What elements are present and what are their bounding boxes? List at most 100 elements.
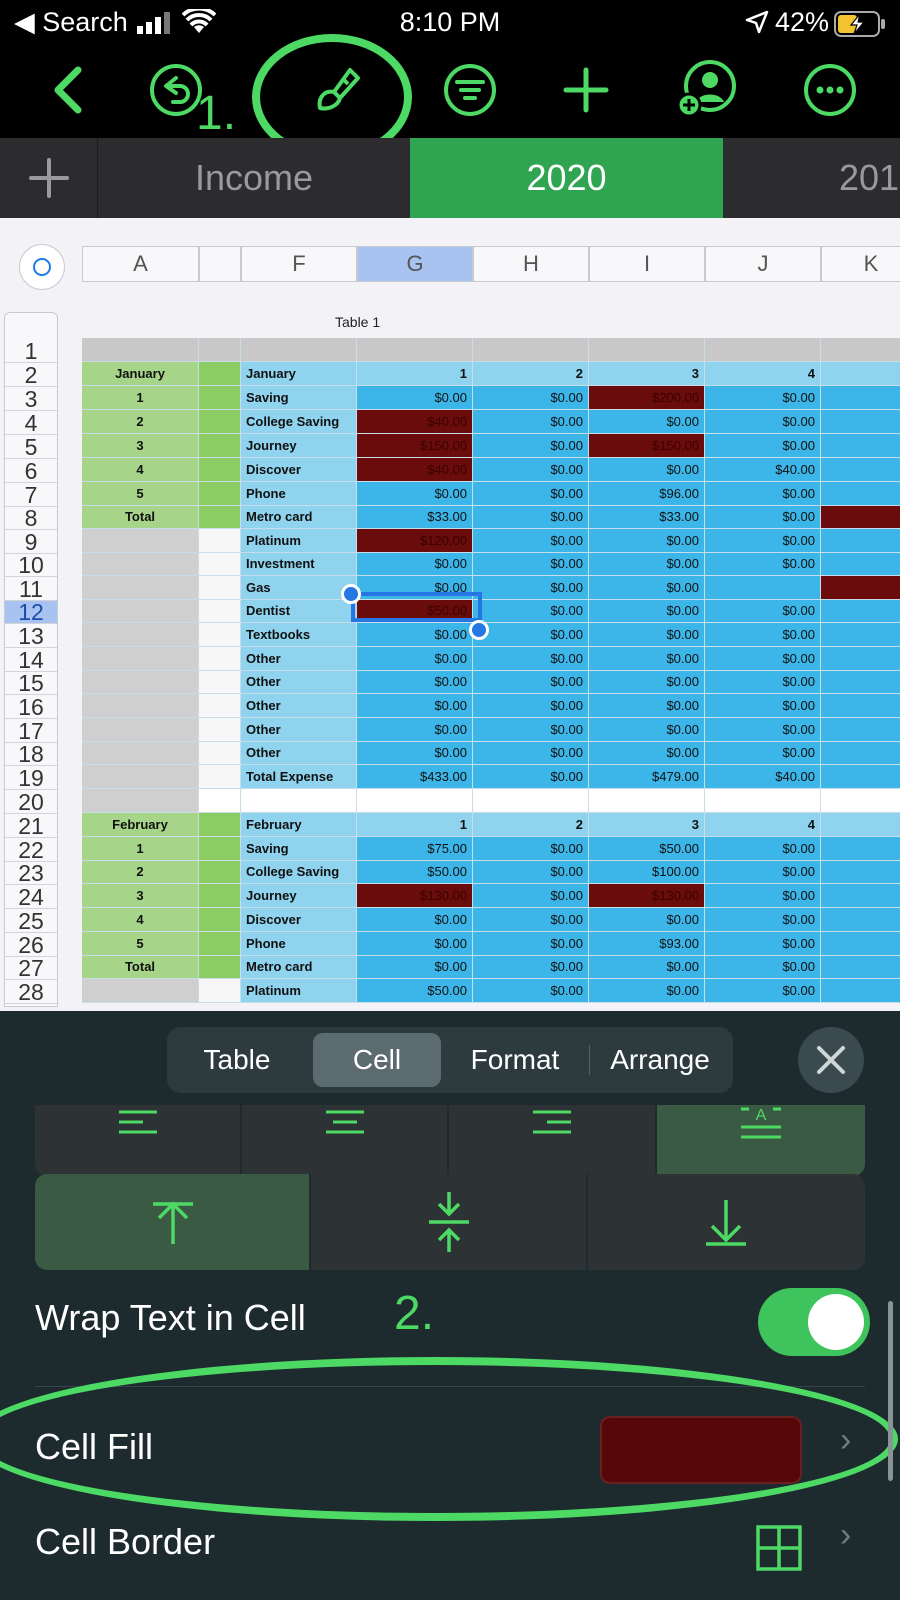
- cell-g9[interactable]: $120.00: [357, 529, 473, 553]
- cell-i15[interactable]: $0.00: [589, 671, 705, 694]
- row-header-9[interactable]: 9: [5, 530, 57, 554]
- cell-g22[interactable]: $75.00: [357, 837, 473, 861]
- cell-a24[interactable]: 3: [82, 884, 199, 908]
- cell-i22[interactable]: $50.00: [589, 837, 705, 861]
- cell-k27[interactable]: [821, 956, 900, 979]
- cell-a15[interactable]: [82, 671, 199, 694]
- align-bottom-button[interactable]: [588, 1174, 865, 1270]
- cell-j17[interactable]: $0.00: [705, 718, 821, 742]
- cell-i8[interactable]: $33.00: [589, 506, 705, 529]
- cell-k12[interactable]: [821, 600, 900, 623]
- cell-a13[interactable]: [82, 623, 199, 647]
- cell-k5[interactable]: [821, 434, 900, 458]
- cell-i18[interactable]: $0.00: [589, 742, 705, 765]
- cell-b22[interactable]: [199, 837, 241, 861]
- cell-j9[interactable]: $0.00: [705, 529, 821, 553]
- cell-k11[interactable]: $: [821, 576, 900, 600]
- cell-a20[interactable]: [82, 789, 199, 813]
- row-header-25[interactable]: 25: [5, 909, 57, 933]
- cell-i13[interactable]: $0.00: [589, 623, 705, 647]
- cell-j22[interactable]: $0.00: [705, 837, 821, 861]
- cell-b19[interactable]: [199, 765, 241, 789]
- cell-border-grid-icon[interactable]: [756, 1525, 802, 1576]
- close-inspector-button[interactable]: [798, 1027, 864, 1093]
- cell-k15[interactable]: [821, 671, 900, 694]
- row-header-24[interactable]: 24: [5, 885, 57, 909]
- cell-i3[interactable]: $200.00: [589, 386, 705, 410]
- cell-g13[interactable]: $0.00: [357, 623, 473, 647]
- cell-h26[interactable]: $0.00: [473, 932, 589, 956]
- cell-i1[interactable]: [589, 338, 705, 362]
- cell-b20[interactable]: [199, 789, 241, 813]
- row-header-26[interactable]: 26: [5, 933, 57, 957]
- cell-a4[interactable]: 2: [82, 410, 199, 434]
- cell-i9[interactable]: $0.00: [589, 529, 705, 553]
- cell-f19[interactable]: Total Expense: [241, 765, 357, 789]
- row-header-6[interactable]: 6: [5, 459, 57, 483]
- cell-j23[interactable]: $0.00: [705, 861, 821, 884]
- cell-k14[interactable]: [821, 647, 900, 671]
- cell-a23[interactable]: 2: [82, 861, 199, 884]
- cell-b7[interactable]: [199, 482, 241, 506]
- cell-a12[interactable]: [82, 600, 199, 623]
- align-top-button[interactable]: [35, 1174, 311, 1270]
- cell-a14[interactable]: [82, 647, 199, 671]
- cell-b9[interactable]: [199, 529, 241, 553]
- cell-h13[interactable]: $0.00: [473, 623, 589, 647]
- cell-j1[interactable]: [705, 338, 821, 362]
- cell-j7[interactable]: $0.00: [705, 482, 821, 506]
- cell-b6[interactable]: [199, 458, 241, 482]
- cell-k21[interactable]: [821, 813, 900, 837]
- cell-h1[interactable]: [473, 338, 589, 362]
- cell-k22[interactable]: [821, 837, 900, 861]
- cell-j3[interactable]: $0.00: [705, 386, 821, 410]
- tab-income[interactable]: Income: [98, 138, 410, 218]
- row-header-11[interactable]: 11: [5, 577, 57, 601]
- cell-a22[interactable]: 1: [82, 837, 199, 861]
- cell-k18[interactable]: [821, 742, 900, 765]
- cell-f22[interactable]: Saving: [241, 837, 357, 861]
- cell-i14[interactable]: $0.00: [589, 647, 705, 671]
- selection-handle-bottom[interactable]: [469, 620, 489, 640]
- cell-f27[interactable]: Metro card: [241, 956, 357, 979]
- cell-f24[interactable]: Journey: [241, 884, 357, 908]
- cell-f8[interactable]: Metro card: [241, 506, 357, 529]
- column-header-k[interactable]: K: [821, 246, 900, 282]
- cell-f21[interactable]: February: [241, 813, 357, 837]
- cell-k10[interactable]: [821, 553, 900, 576]
- column-header-hidden[interactable]: [199, 246, 241, 282]
- cell-h9[interactable]: $0.00: [473, 529, 589, 553]
- cell-h2[interactable]: 2: [473, 362, 589, 386]
- cell-h11[interactable]: $0.00: [473, 576, 589, 600]
- row-header-19[interactable]: 19: [5, 766, 57, 790]
- cell-g23[interactable]: $50.00: [357, 861, 473, 884]
- row-header-16[interactable]: 16: [5, 695, 57, 719]
- cell-b18[interactable]: [199, 742, 241, 765]
- row-header-13[interactable]: 13: [5, 624, 57, 648]
- cell-g25[interactable]: $0.00: [357, 908, 473, 932]
- cell-f25[interactable]: Discover: [241, 908, 357, 932]
- cell-h16[interactable]: $0.00: [473, 694, 589, 718]
- cell-b21[interactable]: [199, 813, 241, 837]
- cell-a1[interactable]: [82, 338, 199, 362]
- cell-b8[interactable]: [199, 506, 241, 529]
- cell-h4[interactable]: $0.00: [473, 410, 589, 434]
- column-header-a[interactable]: A: [82, 246, 199, 282]
- cell-f11[interactable]: Gas: [241, 576, 357, 600]
- cell-i26[interactable]: $93.00: [589, 932, 705, 956]
- cell-a27[interactable]: Total: [82, 956, 199, 979]
- cell-k28[interactable]: [821, 979, 900, 1003]
- tab-table[interactable]: Table: [173, 1033, 301, 1087]
- tab-201[interactable]: 201: [723, 138, 900, 218]
- cell-h5[interactable]: $0.00: [473, 434, 589, 458]
- cell-f7[interactable]: Phone: [241, 482, 357, 506]
- cell-i23[interactable]: $100.00: [589, 861, 705, 884]
- cell-i7[interactable]: $96.00: [589, 482, 705, 506]
- row-header-28[interactable]: 28: [5, 980, 57, 1004]
- cell-j10[interactable]: $0.00: [705, 553, 821, 576]
- cell-h14[interactable]: $0.00: [473, 647, 589, 671]
- cell-h27[interactable]: $0.00: [473, 956, 589, 979]
- cell-f17[interactable]: Other: [241, 718, 357, 742]
- row-header-10[interactable]: 10: [5, 554, 57, 577]
- add-sheet-button[interactable]: [0, 138, 98, 218]
